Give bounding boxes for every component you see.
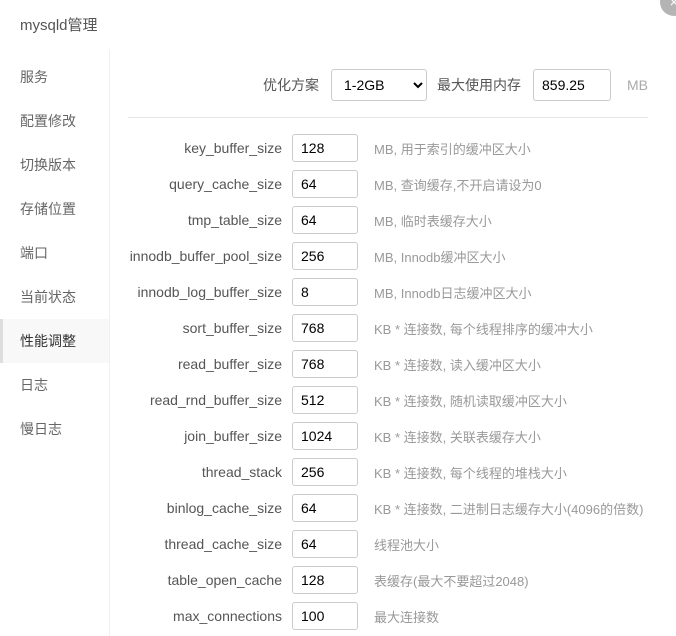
- page-title: mysqld管理: [20, 17, 98, 34]
- param-desc: MB, 临时表缓存大小: [374, 211, 492, 230]
- param-label: key_buffer_size: [128, 140, 292, 156]
- param-desc: MB, 用于索引的缓冲区大小: [374, 139, 531, 158]
- param-desc: KB * 连接数, 随机读取缓冲区大小: [374, 391, 567, 410]
- param-desc: KB * 连接数, 每个线程的堆栈大小: [374, 463, 567, 482]
- sidebar-item-7[interactable]: 日志: [0, 363, 109, 407]
- param-input-innodb_log_buffer_size[interactable]: [292, 278, 358, 306]
- sidebar-item-3[interactable]: 存储位置: [0, 187, 109, 231]
- sidebar-item-1[interactable]: 配置修改: [0, 99, 109, 143]
- param-row-max_connections: max_connections 最大连接数: [128, 602, 648, 630]
- param-label: read_buffer_size: [128, 356, 292, 372]
- param-input-thread_cache_size[interactable]: [292, 530, 358, 558]
- param-input-key_buffer_size[interactable]: [292, 134, 358, 162]
- params-list: key_buffer_size MB, 用于索引的缓冲区大小 query_cache…: [128, 134, 648, 630]
- param-row-binlog_cache_size: binlog_cache_size KB * 连接数, 二进制日志缓存大小(409…: [128, 494, 648, 522]
- param-label: query_cache_size: [128, 176, 292, 192]
- param-desc: MB, Innodb缓冲区大小: [374, 247, 506, 266]
- plan-select[interactable]: 1-2GB2-4GB4-8GB8-16GB: [331, 69, 427, 101]
- sidebar-item-0[interactable]: 服务: [0, 55, 109, 99]
- param-label: binlog_cache_size: [128, 500, 292, 516]
- param-label: read_rnd_buffer_size: [128, 392, 292, 408]
- param-row-key_buffer_size: key_buffer_size MB, 用于索引的缓冲区大小: [128, 134, 648, 162]
- plan-label: 优化方案: [263, 75, 319, 95]
- max-memory-unit: MB: [627, 77, 648, 93]
- param-row-query_cache_size: query_cache_size MB, 查询缓存,不开启请设为0: [128, 170, 648, 198]
- param-desc: KB * 连接数, 读入缓冲区大小: [374, 355, 541, 374]
- top-options-row: 优化方案 1-2GB2-4GB4-8GB8-16GB 最大使用内存 MB: [128, 69, 648, 118]
- sidebar-item-4[interactable]: 端口: [0, 231, 109, 275]
- param-row-thread_stack: thread_stack KB * 连接数, 每个线程的堆栈大小: [128, 458, 648, 486]
- param-desc: MB, 查询缓存,不开启请设为0: [374, 175, 542, 194]
- param-input-binlog_cache_size[interactable]: [292, 494, 358, 522]
- param-input-read_rnd_buffer_size[interactable]: [292, 386, 358, 414]
- max-memory-label: 最大使用内存: [437, 75, 521, 95]
- param-row-read_buffer_size: read_buffer_size KB * 连接数, 读入缓冲区大小: [128, 350, 648, 378]
- param-row-tmp_table_size: tmp_table_size MB, 临时表缓存大小: [128, 206, 648, 234]
- max-memory-input[interactable]: [533, 69, 611, 101]
- param-row-thread_cache_size: thread_cache_size 线程池大小: [128, 530, 648, 558]
- param-desc: 最大连接数: [374, 607, 439, 626]
- param-input-thread_stack[interactable]: [292, 458, 358, 486]
- param-input-max_connections[interactable]: [292, 602, 358, 630]
- param-input-innodb_buffer_pool_size[interactable]: [292, 242, 358, 270]
- param-row-innodb_buffer_pool_size: innodb_buffer_pool_size MB, Innodb缓冲区大小: [128, 242, 648, 270]
- param-desc: MB, Innodb日志缓冲区大小: [374, 283, 532, 302]
- param-label: innodb_buffer_pool_size: [128, 248, 292, 264]
- close-button[interactable]: ×: [660, 0, 676, 16]
- param-desc: KB * 连接数, 二进制日志缓存大小(4096的倍数): [374, 499, 643, 518]
- param-row-table_open_cache: table_open_cache 表缓存(最大不要超过2048): [128, 566, 648, 594]
- sidebar-item-2[interactable]: 切换版本: [0, 143, 109, 187]
- sidebar: 服务配置修改切换版本存储位置端口当前状态性能调整日志慢日志: [0, 49, 110, 636]
- sidebar-item-6[interactable]: 性能调整: [0, 319, 109, 363]
- param-row-join_buffer_size: join_buffer_size KB * 连接数, 关联表缓存大小: [128, 422, 648, 450]
- content-panel: 优化方案 1-2GB2-4GB4-8GB8-16GB 最大使用内存 MB key…: [110, 49, 676, 636]
- param-row-read_rnd_buffer_size: read_rnd_buffer_size KB * 连接数, 随机读取缓冲区大小: [128, 386, 648, 414]
- param-label: thread_cache_size: [128, 536, 292, 552]
- param-input-query_cache_size[interactable]: [292, 170, 358, 198]
- param-label: table_open_cache: [128, 572, 292, 588]
- param-label: innodb_log_buffer_size: [128, 284, 292, 300]
- param-input-read_buffer_size[interactable]: [292, 350, 358, 378]
- param-input-tmp_table_size[interactable]: [292, 206, 358, 234]
- param-row-sort_buffer_size: sort_buffer_size KB * 连接数, 每个线程排序的缓冲大小: [128, 314, 648, 342]
- param-label: thread_stack: [128, 464, 292, 480]
- sidebar-item-8[interactable]: 慢日志: [0, 407, 109, 451]
- param-desc: 表缓存(最大不要超过2048): [374, 571, 529, 590]
- param-input-sort_buffer_size[interactable]: [292, 314, 358, 342]
- param-label: tmp_table_size: [128, 212, 292, 228]
- param-desc: KB * 连接数, 关联表缓存大小: [374, 427, 541, 446]
- close-icon: ×: [670, 0, 676, 11]
- param-label: sort_buffer_size: [128, 320, 292, 336]
- param-label: join_buffer_size: [128, 428, 292, 444]
- param-row-innodb_log_buffer_size: innodb_log_buffer_size MB, Innodb日志缓冲区大小: [128, 278, 648, 306]
- param-input-join_buffer_size[interactable]: [292, 422, 358, 450]
- param-input-table_open_cache[interactable]: [292, 566, 358, 594]
- param-desc: 线程池大小: [374, 535, 439, 554]
- sidebar-item-5[interactable]: 当前状态: [0, 275, 109, 319]
- param-label: max_connections: [128, 608, 292, 624]
- param-desc: KB * 连接数, 每个线程排序的缓冲大小: [374, 319, 593, 338]
